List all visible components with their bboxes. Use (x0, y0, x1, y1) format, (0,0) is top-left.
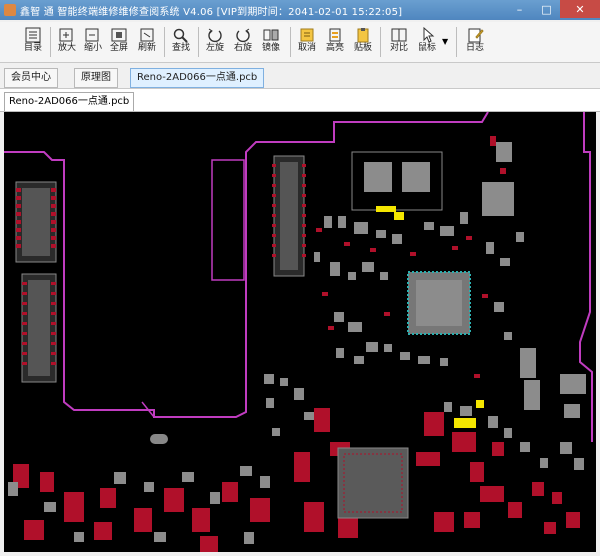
highlight-button[interactable]: 高亮 (322, 25, 348, 59)
highlight-label: 高亮 (325, 43, 344, 53)
catalog-label: 目录 (23, 43, 42, 53)
search-label: 查找 (171, 43, 190, 53)
mounting-pad (150, 434, 168, 444)
search-icon (173, 28, 188, 43)
compare-icon (391, 28, 407, 42)
rotate-left-label: 左旋 (205, 43, 224, 53)
minimize-button[interactable]: – (506, 0, 533, 18)
toolbar-separator (164, 27, 165, 57)
window-controls: – □ ✕ (506, 0, 600, 20)
close-button[interactable]: ✕ (560, 0, 600, 18)
pointer-dropdown-icon[interactable]: ▼ (442, 37, 448, 46)
window-title: 鑫智 通 智能终端维修维修查阅系统 V4.06 [VIP到期时间：2041-02… (20, 7, 403, 18)
mirror-icon (263, 29, 279, 41)
rotate-left-button[interactable]: 左旋 (202, 25, 228, 59)
mirror-label: 镜像 (261, 43, 280, 53)
toolbar-separator (198, 27, 199, 57)
zoom-in-label: 放大 (57, 43, 76, 53)
cancel-button[interactable]: 取消 (294, 25, 320, 59)
refresh-icon (140, 28, 154, 42)
pmic-chip (337, 447, 409, 519)
log-button[interactable]: 日志 (462, 25, 488, 59)
refresh-button[interactable]: 刷新 (134, 25, 160, 59)
toolbar-separator (50, 27, 51, 57)
pcb-board-view[interactable] (4, 112, 596, 552)
rotate-left-icon (208, 28, 222, 43)
zoom-out-label: 缩小 (83, 43, 102, 53)
tab-pcb[interactable]: Reno-2AD066一点通.pcb (130, 68, 265, 88)
zoom-in-icon (59, 28, 73, 42)
clipboard-label: 贴板 (353, 43, 372, 53)
cancel-label: 取消 (297, 43, 316, 53)
connector-middle (272, 155, 306, 277)
zoom-out-button[interactable]: 缩小 (80, 25, 106, 59)
connector-left-lower (21, 273, 57, 383)
tab-schematic[interactable]: 原理图 (74, 68, 118, 88)
pointer-button[interactable]: 鼠标 (414, 25, 440, 59)
toolbar: 目录 放大 缩小 全屏 刷新 查找 左旋 右旋 镜像 取消 高亮 贴板 对比 鼠… (0, 22, 600, 63)
cancel-icon (300, 28, 314, 42)
maximize-button[interactable]: □ (533, 0, 560, 18)
rotate-right-icon (236, 28, 250, 43)
search-button[interactable]: 查找 (168, 25, 194, 59)
fullscreen-icon (111, 28, 127, 42)
soc-chip (407, 271, 471, 335)
catalog-button[interactable]: 目录 (20, 25, 46, 59)
main-tab-bar: 会员中心 原理图 Reno-2AD066一点通.pcb (0, 64, 600, 89)
rotate-right-label: 右旋 (233, 43, 252, 53)
mirror-button[interactable]: 镜像 (258, 25, 284, 59)
fullscreen-label: 全屏 (109, 43, 128, 53)
pointer-label: 鼠标 (417, 43, 436, 53)
highlight-icon (329, 28, 341, 42)
clipboard-button[interactable]: 贴板 (350, 25, 376, 59)
title-bar: 鑫智 通 智能终端维修维修查阅系统 V4.06 [VIP到期时间：2041-02… (0, 0, 600, 20)
connector-left-upper (15, 181, 57, 263)
app-icon (4, 4, 16, 16)
pointer-icon (423, 27, 435, 43)
catalog-icon (25, 27, 41, 43)
zoom-in-button[interactable]: 放大 (54, 25, 80, 59)
log-label: 日志 (465, 43, 484, 53)
document-tab-bar: Reno-2AD066一点通.pcb (0, 89, 600, 112)
tab-member-center[interactable]: 会员中心 (4, 68, 58, 88)
compare-button[interactable]: 对比 (386, 25, 412, 59)
log-icon (468, 28, 484, 43)
pcb-canvas[interactable] (4, 112, 596, 552)
toolbar-separator (290, 27, 291, 57)
toolbar-separator (456, 27, 457, 57)
refresh-label: 刷新 (137, 43, 156, 53)
board-cutout (211, 159, 245, 281)
rotate-right-button[interactable]: 右旋 (230, 25, 256, 59)
toolbar-separator (380, 27, 381, 57)
zoom-out-icon (85, 28, 99, 42)
ic-top-cluster (351, 142, 514, 220)
compare-label: 对比 (389, 43, 408, 53)
fullscreen-button[interactable]: 全屏 (106, 25, 132, 59)
board-outline-left (4, 112, 489, 418)
clipboard-icon (357, 28, 369, 43)
tab-pcb-document[interactable]: Reno-2AD066一点通.pcb (4, 92, 135, 111)
